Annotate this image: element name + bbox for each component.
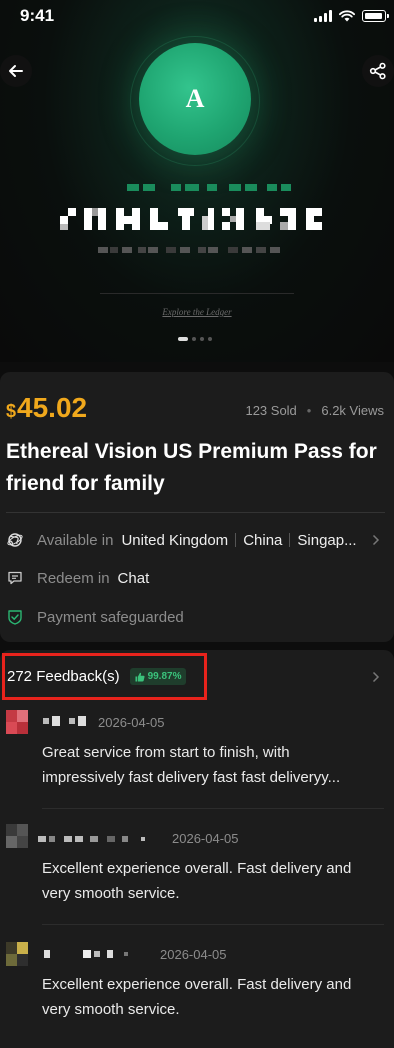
censored-subtitle	[127, 184, 291, 191]
explore-ledger-link[interactable]: Explore the Ledger	[0, 307, 394, 317]
status-bar: 9:41	[0, 0, 394, 34]
payment-label: Payment safeguarded	[37, 608, 184, 626]
battery-icon	[362, 10, 389, 22]
redeem-label: Redeem in	[37, 569, 110, 587]
chevron-right-icon[interactable]	[372, 671, 380, 683]
price-currency: $	[6, 401, 17, 421]
payment-row: Payment safeguarded	[6, 606, 192, 628]
avatar	[6, 710, 28, 734]
status-icons	[314, 10, 389, 22]
review-text: Great service from start to finish, with…	[42, 744, 341, 786]
country-item: Singap...	[297, 531, 357, 549]
product-stats: 123 Sold • 6.2k Views	[245, 403, 384, 418]
hero-divider	[100, 293, 294, 294]
censored-title	[60, 208, 322, 230]
review-divider	[42, 924, 384, 925]
censored-tagline	[98, 247, 280, 253]
rating-badge: 99.87%	[129, 668, 187, 685]
price: $ 45.02	[6, 392, 87, 424]
review-date: 2026-04-05	[172, 831, 239, 846]
review-text: Excellent experience overall. Fast deliv…	[42, 860, 352, 902]
review-date: 2026-04-05	[160, 947, 227, 962]
signal-icon	[314, 10, 332, 22]
status-time: 9:41	[20, 6, 55, 25]
reviewer-name-blurred	[38, 836, 145, 842]
carousel-dot[interactable]	[200, 337, 204, 341]
country-item: United Kingdom	[121, 531, 229, 549]
redeem-value: Chat	[117, 569, 150, 587]
merchant-logo: A	[139, 43, 251, 155]
shield-check-icon	[6, 608, 24, 626]
avatar	[6, 942, 28, 966]
carousel-dot-active[interactable]	[178, 337, 188, 341]
avatar	[6, 824, 28, 848]
carousel-dot[interactable]	[208, 337, 212, 341]
view-count: 6.2k Views	[321, 403, 384, 418]
product-info-card: $ 45.02 123 Sold • 6.2k Views Ethereal V…	[0, 372, 394, 642]
chat-icon	[6, 569, 24, 587]
hero-banner: A Explore the Ledger	[0, 0, 394, 362]
back-button[interactable]	[0, 55, 32, 87]
country-separator	[289, 533, 291, 547]
review-date: 2026-04-05	[98, 715, 165, 730]
country-separator	[235, 533, 237, 547]
feedback-count: 272 Feedback(s)	[7, 668, 120, 685]
card-divider	[6, 512, 385, 513]
sold-count: 123 Sold	[245, 403, 297, 418]
feedback-header[interactable]: 272 Feedback(s) 99.87%	[2, 653, 207, 700]
country-item: China	[243, 531, 283, 549]
available-row[interactable]: Available in United Kingdom China Singap…	[6, 529, 386, 551]
reviewer-name-blurred	[44, 950, 128, 958]
carousel-dots	[178, 337, 212, 341]
wifi-icon	[339, 10, 355, 22]
share-button[interactable]	[362, 55, 394, 87]
thumbs-up-icon	[135, 672, 145, 681]
chevron-right-icon[interactable]	[372, 534, 380, 546]
price-amount: 45.02	[17, 392, 88, 423]
product-title: Ethereal Vision US Premium Pass for frie…	[6, 440, 377, 495]
rating-value: 99.87%	[147, 671, 182, 682]
available-label: Available in	[37, 531, 114, 549]
back-arrow-icon	[9, 65, 23, 77]
review-divider	[42, 808, 384, 809]
stats-separator: •	[306, 403, 312, 418]
logo-letter: A	[185, 84, 205, 113]
share-icon	[369, 62, 386, 80]
reviewer-name-blurred	[43, 716, 86, 726]
carousel-dot[interactable]	[192, 337, 196, 341]
globe-icon	[6, 531, 24, 549]
feedback-card: 272 Feedback(s) 99.87% 2026-04-05 Great …	[0, 650, 394, 1048]
review-text: Excellent experience overall. Fast deliv…	[42, 976, 352, 1018]
redeem-row: Redeem in Chat	[6, 567, 149, 589]
